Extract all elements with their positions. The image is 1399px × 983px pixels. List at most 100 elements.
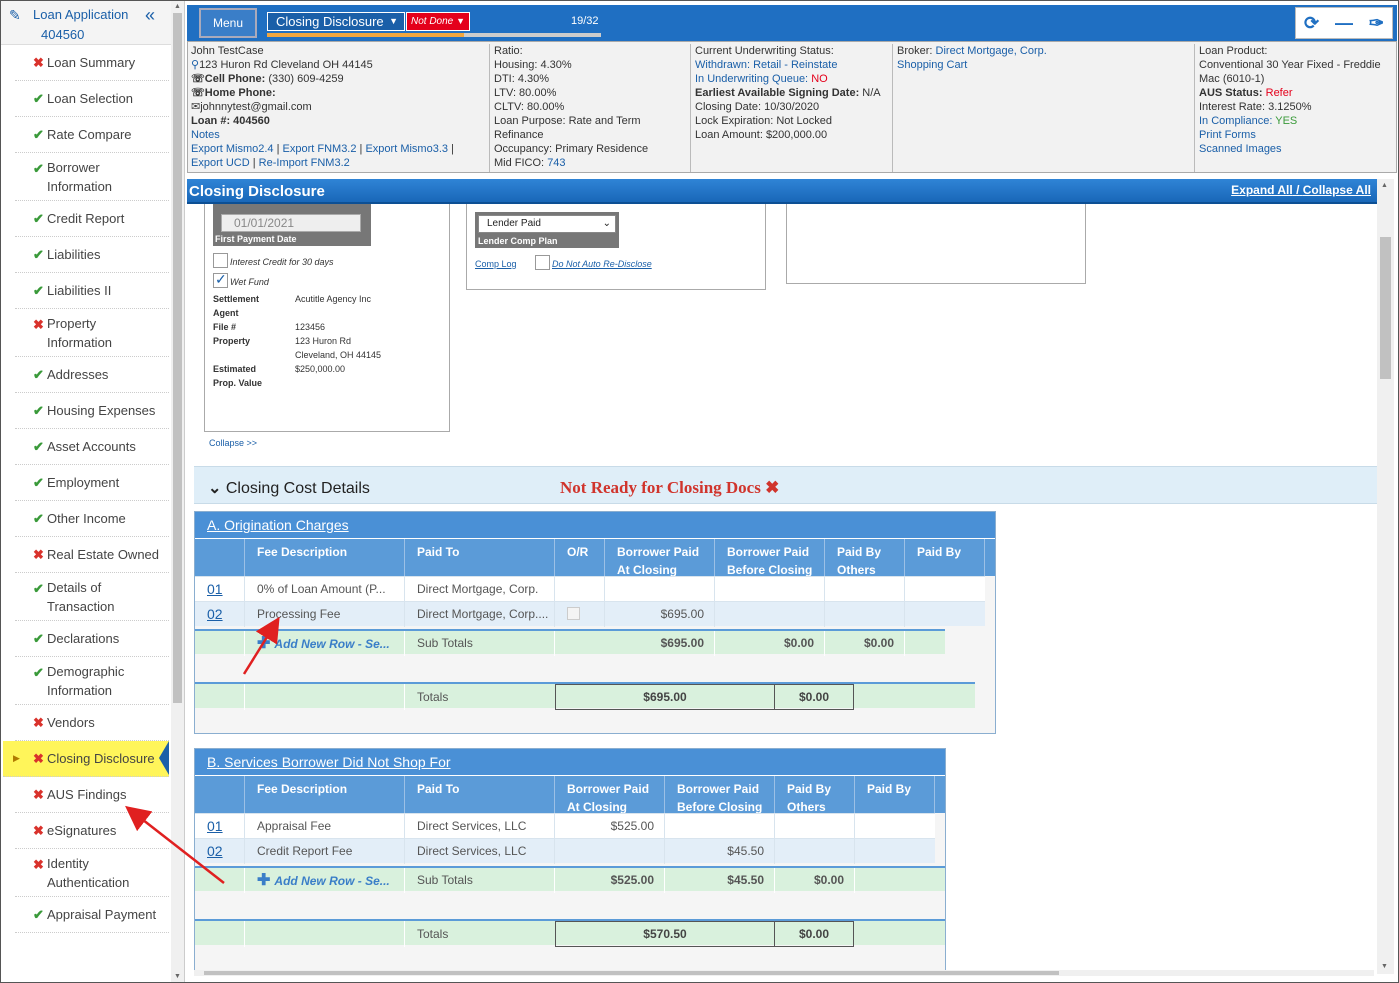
compliance-link[interactable]: In Compliance: — [1199, 115, 1272, 127]
paid-to[interactable]: Direct Services, LLC — [405, 814, 555, 839]
collapse-link[interactable]: Collapse >> — [209, 438, 257, 448]
status-select[interactable]: Not Done ▼ — [406, 12, 470, 31]
notes-link[interactable]: Notes — [191, 129, 220, 141]
sidebar-item-vendors[interactable]: ✖ Vendors — [15, 705, 169, 741]
loan-app-number[interactable]: 404560 — [41, 27, 84, 42]
sidebar-item-borrower-information[interactable]: ✔ Borrower Information — [15, 153, 169, 201]
borrower-paid-at-closing[interactable] — [555, 839, 665, 864]
paid-to[interactable]: Direct Mortgage, Corp. — [405, 577, 555, 602]
scroll-up-icon[interactable]: ▲ — [174, 3, 181, 10]
page-select[interactable]: Closing Disclosure ▼ — [267, 12, 405, 31]
sidebar-item-asset-accounts[interactable]: ✔ Asset Accounts — [15, 429, 169, 465]
paid-to[interactable]: Direct Services, LLC — [405, 839, 555, 864]
borrower-paid-before-closing[interactable] — [715, 602, 825, 627]
borrower-paid-before-closing[interactable] — [665, 814, 775, 839]
minimize-icon[interactable]: — — [1335, 13, 1353, 34]
interest-credit-checkbox[interactable] — [213, 253, 228, 268]
paid-by-others[interactable] — [775, 839, 855, 864]
uw-status-link[interactable]: Withdrawn: Retail - Reinstate — [695, 58, 892, 72]
sidebar-item-details-of-transaction[interactable]: ✔ Details of Transaction — [15, 573, 169, 621]
sidebar-item-appraisal-payment[interactable]: ✔ Appraisal Payment — [15, 897, 169, 933]
sidebar-item-aus-findings[interactable]: ✖ AUS Findings — [15, 777, 169, 813]
export-fnm32-link[interactable]: Export FNM3.2 — [283, 143, 357, 155]
sidebar-item-declarations[interactable]: ✔ Declarations — [15, 621, 169, 657]
lender-comp-select[interactable]: Lender Paid ⌄ — [478, 215, 616, 233]
fee-description[interactable]: Processing Fee — [245, 602, 405, 627]
collapse-sidebar-icon[interactable]: « — [145, 5, 155, 26]
borrower-paid-at-closing[interactable]: $695.00 — [605, 602, 715, 627]
horizontal-scrollbar[interactable] — [194, 970, 1374, 976]
fee-description[interactable]: Credit Report Fee — [245, 839, 405, 864]
scanned-images-link[interactable]: Scanned Images — [1199, 142, 1394, 156]
sidebar-item-liabilities-ii[interactable]: ✔ Liabilities II — [15, 273, 169, 309]
row-number-link[interactable]: 02 — [195, 839, 245, 864]
main-scrollbar[interactable]: ▲ ▼ — [1377, 179, 1394, 974]
export-mismo24-link[interactable]: Export Mismo2.4 — [191, 143, 274, 155]
scrollbar-thumb[interactable] — [173, 13, 182, 703]
comp-log-link[interactable]: Comp Log — [475, 259, 517, 269]
sidebar-item-credit-report[interactable]: ✔ Credit Report — [15, 201, 169, 237]
row-number-link[interactable]: 01 — [195, 814, 245, 839]
paid-by[interactable] — [905, 602, 985, 627]
table-title[interactable]: A. Origination Charges — [195, 512, 995, 538]
export-ucd-link[interactable]: Export UCD — [191, 157, 250, 169]
scrollbar-thumb[interactable] — [1380, 237, 1391, 379]
scroll-down-icon[interactable]: ▼ — [174, 973, 181, 980]
no-auto-redisclose-link[interactable]: Do Not Auto Re-Disclose — [552, 259, 652, 269]
collapse-all-link[interactable]: Collapse All — [1303, 183, 1371, 197]
fee-description[interactable]: Appraisal Fee — [245, 814, 405, 839]
paid-by-others[interactable] — [825, 602, 905, 627]
row-number-link[interactable]: 02 — [195, 602, 245, 627]
or-checkbox[interactable] — [567, 607, 580, 620]
scroll-up-icon[interactable]: ▲ — [1381, 182, 1388, 189]
add-new-row-button[interactable]: ✚ Add New Row - Se... — [245, 868, 405, 893]
sidebar-item-demographic-information[interactable]: ✔ Demographic Information — [15, 657, 169, 705]
refresh-icon[interactable]: ⟳ — [1304, 13, 1319, 34]
add-new-row-button[interactable]: ✚ Add New Row - Se... — [245, 631, 405, 656]
borrower-paid-at-closing[interactable] — [605, 577, 715, 602]
uw-queue-link[interactable]: In Underwriting Queue: — [695, 73, 808, 85]
pin-icon[interactable]: ✑ — [1369, 13, 1384, 34]
expand-all-link[interactable]: Expand All — [1231, 183, 1293, 197]
row-number-link[interactable]: 01 — [195, 577, 245, 602]
sidebar-item-rate-compare[interactable]: ✔ Rate Compare — [15, 117, 169, 153]
borrower-paid-before-closing[interactable] — [715, 577, 825, 602]
scroll-down-icon[interactable]: ▼ — [1381, 963, 1388, 970]
sidebar-item-real-estate-owned[interactable]: ✖ Real Estate Owned — [15, 537, 169, 573]
wet-fund-checkbox[interactable] — [213, 271, 228, 288]
sidebar-item-property-information[interactable]: ✖ Property Information — [15, 309, 169, 357]
table-title[interactable]: B. Services Borrower Did Not Shop For — [195, 749, 945, 775]
reimport-fnm32-link[interactable]: Re-Import FNM3.2 — [259, 157, 350, 169]
sidebar-item-esignatures[interactable]: ✖ eSignatures — [15, 813, 169, 849]
paid-by[interactable] — [905, 577, 985, 602]
sidebar-scrollbar[interactable]: ▲ ▼ — [171, 1, 184, 982]
fico-link[interactable]: 743 — [547, 157, 565, 169]
no-auto-redisclose-checkbox[interactable] — [535, 255, 550, 270]
closing-cost-details-header[interactable]: ⌄ Closing Cost Details Not Ready for Clo… — [194, 466, 1377, 504]
loan-app-title[interactable]: Loan Application — [33, 7, 128, 22]
borrower-paid-at-closing[interactable]: $525.00 — [555, 814, 665, 839]
sidebar-item-employment[interactable]: ✔ Employment — [15, 465, 169, 501]
paid-by-others[interactable] — [825, 577, 905, 602]
sidebar-item-loan-selection[interactable]: ✔ Loan Selection — [15, 81, 169, 117]
menu-button[interactable]: Menu — [199, 8, 257, 38]
sidebar-item-addresses[interactable]: ✔ Addresses — [15, 357, 169, 393]
scrollbar-thumb[interactable] — [204, 971, 1059, 975]
paid-by[interactable] — [855, 839, 935, 864]
sidebar-item-other-income[interactable]: ✔ Other Income — [15, 501, 169, 537]
paid-by[interactable] — [855, 814, 935, 839]
sidebar-item-housing-expenses[interactable]: ✔ Housing Expenses — [15, 393, 169, 429]
export-mismo33-link[interactable]: Export Mismo3.3 — [365, 143, 448, 155]
paid-by-others[interactable] — [775, 814, 855, 839]
print-forms-link[interactable]: Print Forms — [1199, 128, 1394, 142]
fee-description[interactable]: 0% of Loan Amount (P... — [245, 577, 405, 602]
sidebar-item-identity-authentication[interactable]: ✖ Identity Authentication — [15, 849, 169, 897]
shopping-cart-link[interactable]: Shopping Cart — [897, 58, 1194, 72]
sidebar-item-liabilities[interactable]: ✔ Liabilities — [15, 237, 169, 273]
sidebar-item-loan-summary[interactable]: ✖ Loan Summary — [15, 45, 169, 81]
broker-link[interactable]: Direct Mortgage, Corp. — [936, 45, 1047, 57]
first-payment-input[interactable]: 01/01/2021 — [221, 214, 361, 232]
borrower-paid-before-closing[interactable]: $45.50 — [665, 839, 775, 864]
sidebar-item-closing-disclosure[interactable]: ▶ ✖ Closing Disclosure — [3, 741, 169, 777]
paid-to[interactable]: Direct Mortgage, Corp.... — [405, 602, 555, 627]
